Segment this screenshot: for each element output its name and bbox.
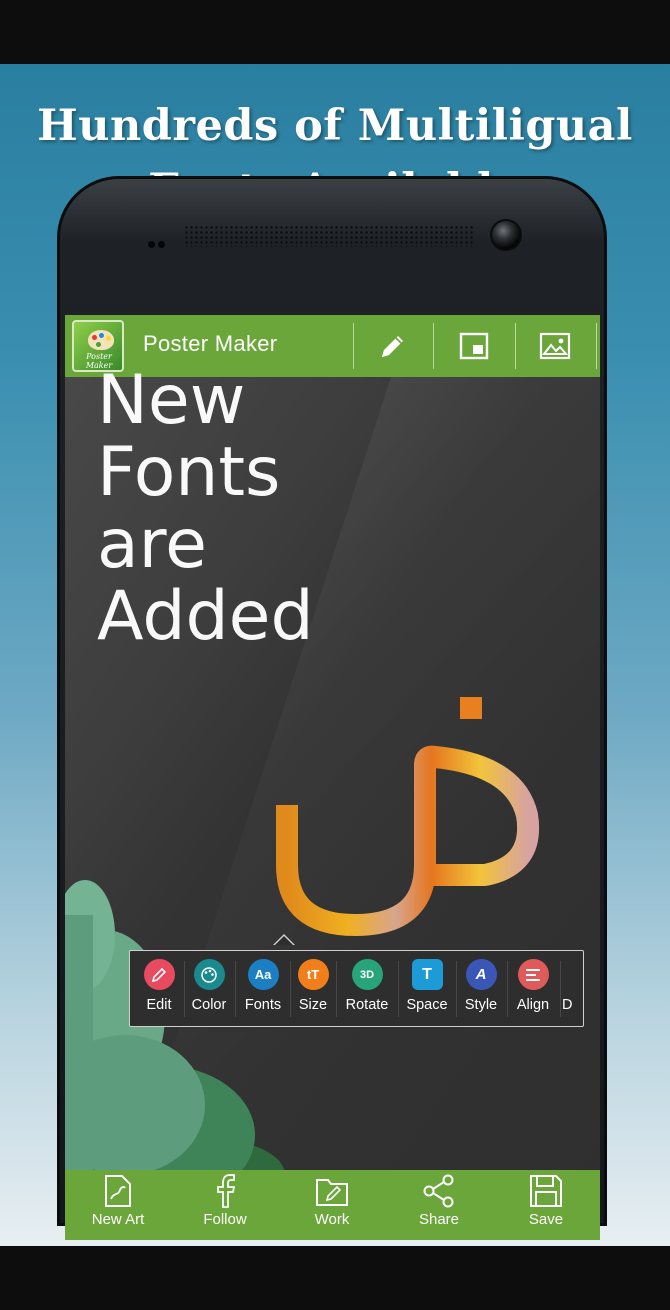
tool-partial[interactable]: D [562, 959, 583, 1021]
image-icon [539, 332, 571, 360]
nav-save[interactable]: Save [501, 1174, 591, 1238]
tool-label: Size [298, 997, 328, 1013]
appbar-divider [433, 323, 434, 369]
bottom-black-bar [0, 1246, 670, 1310]
tool-label: Align [516, 997, 550, 1013]
partial-tool-icon [562, 959, 570, 990]
tool-label: Edit [146, 997, 172, 1013]
image-button[interactable] [520, 323, 590, 369]
arabic-letter-dad-artwork[interactable] [265, 625, 565, 955]
share-icon [423, 1174, 454, 1208]
nav-label: Save [528, 1211, 564, 1228]
save-icon [530, 1175, 562, 1207]
top-black-bar [0, 0, 670, 64]
palette-logo-icon [88, 330, 114, 350]
pencil-icon [143, 959, 175, 990]
nav-label: Share [418, 1211, 460, 1228]
align-left-icon [517, 959, 549, 990]
tool-label: Color [191, 997, 227, 1013]
facebook-icon [217, 1174, 236, 1208]
sensor-dots [148, 233, 168, 252]
app-title: Poster Maker [143, 331, 278, 356]
edit-button[interactable] [358, 323, 428, 369]
palette-icon [193, 959, 225, 990]
toolbar-divider [235, 961, 236, 1017]
app-screen: Poster Maker Poster Maker New Fonts are … [65, 315, 600, 1240]
tool-label: D [562, 997, 573, 1013]
toolbar-divider [507, 961, 508, 1017]
poster-text-line: Fonts [97, 433, 281, 512]
folder-edit-icon [316, 1179, 348, 1206]
toolbar-pointer [273, 934, 295, 945]
toolbar-divider [456, 961, 457, 1017]
appbar-divider [596, 323, 597, 369]
tool-align[interactable]: Align [509, 959, 557, 1021]
text-style-icon: A [465, 959, 497, 990]
text-spacing-icon: T [411, 959, 443, 990]
poster-text-line: are [97, 505, 207, 584]
pencil-icon [382, 336, 403, 357]
tool-color[interactable]: Color [186, 959, 232, 1021]
layer-button[interactable] [439, 323, 509, 369]
rotate-3d-icon: 3D [351, 959, 383, 990]
toolbar-divider [560, 961, 561, 1017]
tool-fonts[interactable]: Aa Fonts [238, 959, 288, 1021]
nav-work[interactable]: Work [287, 1174, 377, 1238]
poster-text-line: New [97, 361, 246, 440]
appbar-divider [353, 323, 354, 369]
tool-size[interactable]: tT Size [291, 959, 335, 1021]
nav-label: Work [314, 1211, 350, 1228]
font-aa-icon: Aa [247, 959, 279, 990]
tool-style[interactable]: A Style [458, 959, 504, 1021]
appbar-divider [515, 323, 516, 369]
nav-follow[interactable]: Follow [180, 1174, 270, 1238]
bottom-navigation: New Art Follow Work Share Save [65, 1170, 600, 1240]
text-toolbar: Edit Color Aa Fonts tT Size 3D Rotate T … [129, 950, 584, 1027]
nav-label: Follow [203, 1211, 247, 1228]
tool-label: Rotate [345, 997, 389, 1013]
tool-space[interactable]: T Space [400, 959, 454, 1021]
speaker-grille [184, 225, 474, 247]
toolbar-divider [184, 961, 185, 1017]
nav-new-art[interactable]: New Art [73, 1174, 163, 1238]
picture-in-picture-icon [459, 332, 489, 360]
toolbar-divider [398, 961, 399, 1017]
tool-rotate[interactable]: 3D Rotate [338, 959, 396, 1021]
poster-text-block[interactable]: New Fonts are Added [97, 365, 314, 653]
nav-share[interactable]: Share [394, 1174, 484, 1238]
toolbar-divider [336, 961, 337, 1017]
nav-label: New Art [91, 1211, 145, 1228]
front-camera [490, 219, 522, 251]
tool-edit[interactable]: Edit [138, 959, 180, 1021]
tool-label: Space [406, 997, 448, 1013]
text-size-icon: tT [297, 959, 329, 990]
tool-label: Style [464, 997, 498, 1013]
promo-headline-line-1: Hundreds of Multiligual [37, 101, 633, 151]
new-art-icon [105, 1175, 131, 1207]
tool-label: Fonts [244, 997, 282, 1013]
